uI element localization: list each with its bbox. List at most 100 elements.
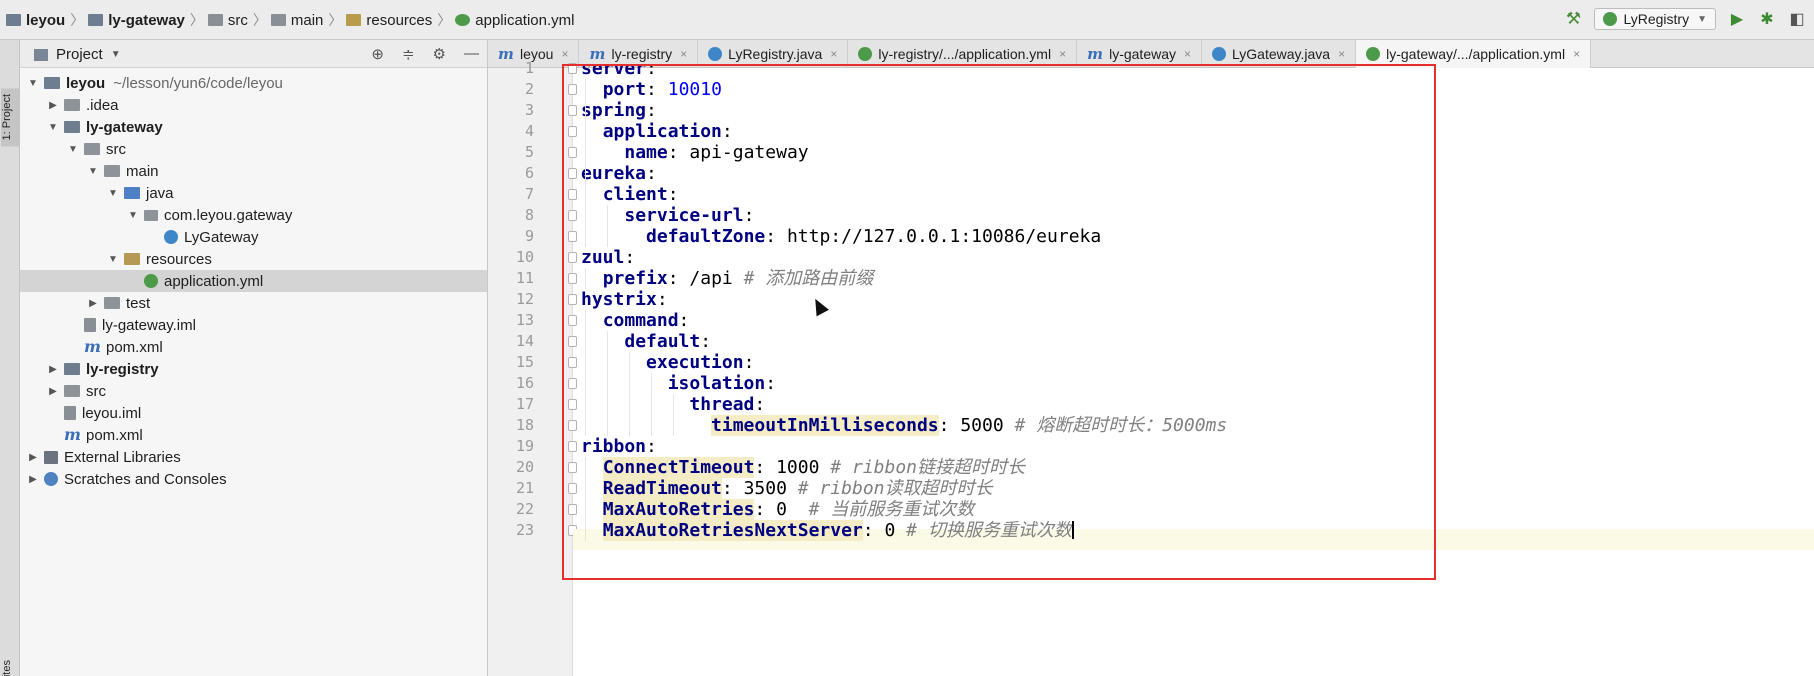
tree-item[interactable]: ▶ test [20, 292, 487, 314]
breadcrumb-item[interactable]: ly-gateway 〉 [88, 10, 208, 30]
tree-item-label: ly-registry [86, 360, 159, 378]
tree-item[interactable]: application.yml [20, 270, 487, 292]
maven-file-icon: m [64, 425, 81, 444]
tree-item-label: pom.xml [86, 426, 143, 444]
spring-boot-icon [1603, 12, 1618, 26]
editor-tab-label: ly-registry/.../application.yml [878, 46, 1052, 62]
chevron-right-icon: 〉 [189, 12, 204, 28]
tree-item[interactable]: ly-gateway.iml [20, 314, 487, 336]
folder-icon [104, 297, 120, 309]
chevron-right-icon: 〉 [437, 12, 452, 28]
expand-arrow-icon[interactable]: ▼ [46, 122, 60, 133]
tree-item-label: leyou.iml [82, 404, 142, 422]
tree-item-label: External Libraries [64, 448, 181, 466]
breadcrumb-item[interactable]: leyou 〉 [6, 10, 88, 30]
tree-item[interactable]: LyGateway [20, 226, 487, 248]
coverage-icon[interactable]: ◧ [1788, 9, 1806, 29]
tree-item-label: ly-gateway.iml [102, 316, 196, 334]
folder-icon [104, 165, 120, 177]
breadcrumb-item[interactable]: resources 〉 [346, 10, 455, 30]
tree-item[interactable]: ▶ Scratches and Consoles [20, 468, 487, 490]
project-panel: Project ▼ ⊕ ≑ ⚙ — ▼ leyou ~/lesson/yun6/co… [20, 40, 488, 676]
expand-arrow-icon[interactable]: ▼ [106, 188, 120, 199]
breadcrumb-item[interactable]: src 〉 [207, 10, 271, 30]
close-icon[interactable]: × [561, 47, 568, 61]
tree-item[interactable]: ▶ src [20, 380, 487, 402]
breadcrumb-label: ly-gateway [108, 11, 185, 29]
run-configuration-label: LyRegistry [1623, 11, 1690, 27]
hide-icon[interactable]: — [464, 45, 479, 63]
expand-arrow-icon[interactable]: ▼ [106, 254, 120, 265]
tree-item[interactable]: ▼ src [20, 138, 487, 160]
module-icon [88, 14, 104, 26]
project-tool-window-button[interactable]: 1: Project [1, 88, 19, 147]
folder-icon [207, 14, 223, 26]
tree-item[interactable]: ▼ java [20, 182, 487, 204]
package-icon [144, 209, 158, 221]
collapse-icon[interactable]: ≑ [402, 45, 415, 63]
spring-class-icon [164, 230, 178, 244]
tree-item[interactable]: ▼ com.leyou.gateway [20, 204, 487, 226]
tree-item-label: src [86, 382, 106, 400]
settings-icon[interactable]: ⚙ [433, 45, 446, 63]
debug-icon[interactable]: ✱ [1758, 9, 1776, 29]
collapse-arrow-icon[interactable]: ▶ [46, 386, 60, 397]
run-icon[interactable]: ▶ [1728, 9, 1746, 29]
close-icon[interactable]: × [1338, 47, 1345, 61]
collapse-arrow-icon[interactable]: ▶ [26, 474, 40, 485]
expand-arrow-icon[interactable]: ▼ [126, 210, 140, 221]
chevron-right-icon: 〉 [70, 12, 85, 28]
tree-item-label: leyou [66, 74, 106, 92]
folder-icon [270, 14, 286, 26]
run-configuration-select[interactable]: LyRegistry ▼ [1594, 8, 1716, 30]
locate-icon[interactable]: ⊕ [371, 45, 384, 63]
expand-arrow-icon[interactable]: ▼ [86, 166, 100, 177]
close-icon[interactable]: × [1573, 47, 1580, 61]
tree-item[interactable]: ▶ External Libraries [20, 446, 487, 468]
editor-tab-label: LyGateway.java [1232, 46, 1331, 62]
tree-item[interactable]: ▶ .idea [20, 94, 487, 116]
breadcrumb-label: main [290, 11, 324, 29]
chevron-right-icon: 〉 [328, 12, 343, 28]
collapse-arrow-icon[interactable]: ▶ [46, 364, 60, 375]
tree-item[interactable]: ▼ leyou ~/lesson/yun6/code/leyou [20, 72, 487, 94]
tree-item[interactable]: m pom.xml [20, 424, 487, 446]
close-icon[interactable]: × [680, 47, 687, 61]
breadcrumb-item[interactable]: main 〉 [270, 10, 347, 30]
tree-item[interactable]: m pom.xml [20, 336, 487, 358]
collapse-arrow-icon[interactable]: ▶ [46, 100, 60, 111]
source-folder-icon [124, 187, 140, 199]
breadcrumb-item[interactable]: application.yml [455, 12, 578, 29]
tree-item-label: test [126, 294, 151, 312]
annotation-box [562, 64, 1436, 580]
editor-tab-label: ly-gateway [1109, 46, 1176, 62]
build-hammer-icon[interactable]: ⚒ [1564, 10, 1582, 28]
collapse-arrow-icon[interactable]: ▶ [86, 298, 100, 309]
tree-item[interactable]: leyou.iml [20, 402, 487, 424]
expand-arrow-icon[interactable]: ▼ [66, 144, 80, 155]
close-icon[interactable]: × [1184, 47, 1191, 61]
tree-item[interactable]: ▼ resources [20, 248, 487, 270]
close-icon[interactable]: × [830, 47, 837, 61]
expand-arrow-icon[interactable]: ▼ [26, 78, 40, 89]
editor-tab-label: LyRegistry.java [728, 46, 823, 62]
iml-file-icon [84, 318, 96, 332]
yaml-file-icon [858, 47, 873, 61]
project-view-select[interactable]: Project ▼ [34, 46, 121, 63]
project-panel-header: Project ▼ ⊕ ≑ ⚙ — [20, 40, 487, 68]
tree-item[interactable]: ▼ ly-gateway [20, 116, 487, 138]
favorites-tool-window-button[interactable]: avorites [1, 660, 19, 676]
close-icon[interactable]: × [1059, 47, 1066, 61]
collapse-arrow-icon[interactable]: ▶ [26, 452, 40, 463]
breadcrumb-label: application.yml [475, 11, 575, 29]
chevron-down-icon: ▼ [1697, 13, 1707, 25]
tree-item[interactable]: ▶ ly-registry [20, 358, 487, 380]
tree-item[interactable]: ▼ main [20, 160, 487, 182]
tree-item-label: .idea [86, 96, 119, 114]
tree-item-label: ly-gateway [86, 118, 163, 136]
module-folder-icon [64, 121, 80, 133]
maven-module-icon: m [1087, 45, 1103, 63]
breadcrumb: leyou 〉 ly-gateway 〉 src 〉 main 〉 resources 〉 appl… [6, 10, 578, 30]
maven-file-icon: m [84, 337, 101, 356]
java-class-icon [708, 47, 723, 61]
